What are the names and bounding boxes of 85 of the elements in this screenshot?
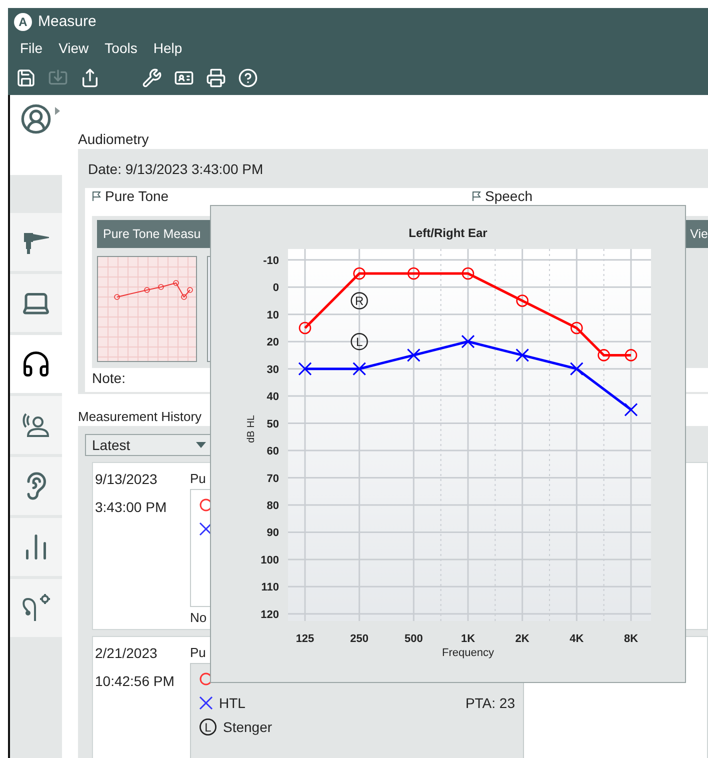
chart-title: Left/Right Ear — [408, 225, 488, 241]
menu-item[interactable]: Help — [145, 40, 190, 56]
pta-value: PTA: 23 — [465, 695, 515, 711]
y-tick-label: 60 — [266, 446, 279, 458]
annotation: R — [354, 294, 364, 308]
x-tick-label: 250 — [350, 633, 369, 645]
y-tick-label: 70 — [266, 472, 279, 485]
x-tick-label: 500 — [404, 633, 423, 645]
note-label: No — [190, 610, 207, 625]
menu-item[interactable]: View — [50, 40, 97, 56]
y-tick-label: 0 — [272, 282, 279, 294]
audiogram-thumbnail[interactable] — [97, 256, 197, 362]
cross-marker — [516, 348, 530, 362]
measurement-type-label: Pu — [190, 645, 206, 660]
circled-letter-annotation: L — [350, 332, 368, 350]
circle-marker — [353, 267, 366, 280]
history-filter-dropdown[interactable]: Latest — [85, 434, 213, 456]
circle-marker — [408, 267, 420, 280]
annotation: L — [356, 335, 363, 350]
legend-label: Stenger — [223, 719, 272, 735]
menu-item[interactable]: File — [12, 40, 51, 56]
history-time: 10:42:56 PM — [95, 673, 173, 689]
y-tick-label: 110 — [261, 582, 279, 594]
x-tick-label: 1K — [460, 633, 476, 645]
cross-marker — [406, 348, 420, 362]
history-date: 9/13/2023 — [95, 471, 158, 487]
header-title: Vie — [690, 227, 708, 241]
circle-marker — [624, 349, 638, 362]
flag-icon — [472, 191, 481, 201]
y-axis-label: dB HL — [246, 415, 257, 443]
user-icon — [20, 103, 52, 135]
y-tick-label: 40 — [266, 391, 279, 404]
cross-marker — [352, 362, 366, 376]
y-tick-label: 50 — [266, 418, 279, 430]
nav-ear-tab[interactable] — [10, 457, 62, 515]
x-tick-label: 8K — [624, 633, 638, 645]
measurement-date: Date: 9/13/2023 3:43:00 PM — [88, 160, 264, 176]
app-logo: A — [14, 12, 32, 30]
circle-marker — [462, 267, 474, 280]
history-date: 2/21/2023 — [95, 645, 158, 661]
window-title: Measure — [38, 13, 96, 30]
cross-marker — [461, 334, 475, 348]
flag-icon — [92, 191, 101, 201]
dropdown-caret-icon — [196, 442, 206, 448]
history-time: 3:43:00 PM — [95, 499, 168, 515]
circle-marker — [516, 294, 528, 307]
y-tick-label: 80 — [266, 500, 279, 512]
x-tick-label: 125 — [296, 633, 314, 645]
circle-marker — [598, 349, 610, 362]
circle-marker — [570, 322, 583, 334]
y-tick-label: 90 — [266, 527, 279, 540]
x-axis-label: Frequency — [442, 647, 494, 659]
circled-letter-annotation: R — [350, 292, 368, 310]
x-tick-label: 4K — [570, 633, 584, 645]
section-heading: Audiometry — [78, 131, 149, 149]
nav-hearing-aid-tab[interactable] — [10, 579, 62, 637]
y-tick-label: -10 — [263, 254, 279, 267]
y-tick-label: 100 — [260, 554, 279, 566]
profile-button[interactable] — [10, 95, 62, 175]
nav-bar-chart-tab[interactable] — [10, 518, 62, 576]
cross-marker — [298, 362, 312, 376]
cross-marker — [570, 362, 584, 376]
legend-label: HTL — [219, 695, 246, 711]
measurement-type-label: Pu — [190, 471, 206, 486]
menu-item[interactable]: Tools — [96, 40, 146, 56]
headphones-icon — [21, 349, 51, 379]
note-label: Note: — [92, 369, 126, 386]
hearing-aid-icon — [21, 593, 51, 623]
nav-laptop-chart-tab[interactable] — [10, 274, 62, 332]
section-heading: Measurement History — [78, 408, 202, 426]
cross-marker — [624, 402, 638, 416]
nav-otoscope-tab[interactable] — [10, 213, 62, 271]
y-tick-label: 30 — [266, 364, 279, 376]
x-tick-label: 2K — [515, 633, 530, 645]
circle-marker — [298, 322, 312, 334]
section-label: Pure Tone — [105, 188, 169, 204]
y-tick-label: 120 — [260, 608, 279, 621]
section-label: Speech — [485, 188, 532, 204]
header-title: Pure Tone Measu — [103, 227, 201, 241]
y-tick-label: 20 — [266, 336, 279, 349]
nav-headphones-tab[interactable] — [10, 335, 62, 393]
y-tick-label: 10 — [266, 309, 279, 322]
circled-letter-icon: L — [199, 718, 217, 736]
expand-arrow-icon — [55, 107, 60, 115]
nav-speaking-person-tab[interactable] — [10, 396, 62, 454]
